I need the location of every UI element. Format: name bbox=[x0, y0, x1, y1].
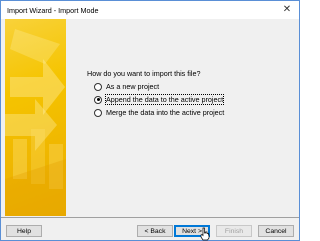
option-append-data[interactable]: Append the data to the active project bbox=[94, 94, 225, 105]
footer-separator bbox=[1, 217, 299, 218]
cancel-button[interactable]: Cancel bbox=[258, 225, 294, 237]
title-bar[interactable]: Import Wizard - Import Mode ✕ bbox=[1, 1, 299, 19]
finish-button[interactable]: Finish bbox=[216, 225, 252, 237]
radio-new-project[interactable] bbox=[94, 82, 102, 91]
option-new-project-label[interactable]: As a new project bbox=[106, 82, 159, 91]
radio-merge-data[interactable] bbox=[94, 108, 102, 117]
wizard-content: How do you want to import this file? As … bbox=[5, 19, 295, 217]
radio-append-data[interactable] bbox=[94, 95, 102, 104]
close-icon[interactable]: ✕ bbox=[279, 2, 295, 17]
import-wizard-dialog: Import Wizard - Import Mode ✕ How do you… bbox=[0, 0, 300, 241]
wizard-side-image bbox=[5, 19, 66, 216]
option-append-data-label[interactable]: Append the data to the active project bbox=[104, 94, 225, 105]
option-merge-data-label[interactable]: Merge the data into the active project bbox=[106, 108, 224, 117]
hand-cursor-icon bbox=[200, 227, 210, 241]
option-merge-data[interactable]: Merge the data into the active project bbox=[94, 108, 224, 117]
side-graphic bbox=[5, 29, 66, 216]
help-button[interactable]: Help bbox=[6, 225, 42, 237]
option-new-project[interactable]: As a new project bbox=[94, 82, 159, 91]
question-label: How do you want to import this file? bbox=[87, 69, 201, 78]
window-title: Import Wizard - Import Mode bbox=[7, 6, 99, 15]
back-button[interactable]: < Back bbox=[137, 225, 173, 237]
